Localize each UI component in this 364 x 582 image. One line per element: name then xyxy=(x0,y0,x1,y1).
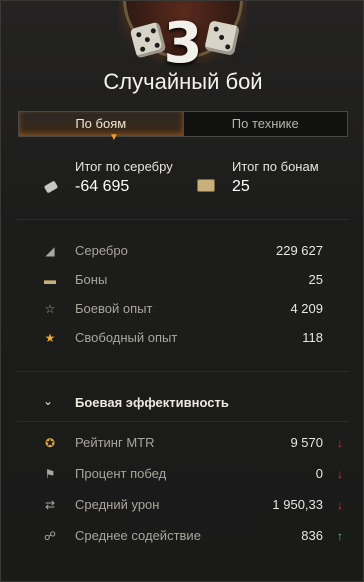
bonds-total-label: Итог по бонам xyxy=(232,159,319,174)
row-label: Серебро xyxy=(75,243,128,258)
efficiency-title: Боевая эффективность xyxy=(75,395,229,410)
earnings-row-combat-xp: ☆ Боевой опыт 4 209 xyxy=(1,299,364,319)
star-outline-icon: ☆ xyxy=(44,302,56,316)
efficiency-row-avg-assist: ☍ Среднее содействие 836 ↑ xyxy=(1,526,364,546)
efficiency-section-header[interactable]: ⌄ Боевая эффективность xyxy=(1,393,364,413)
earnings-row-free-xp: ★ Свободный опыт 118 xyxy=(1,328,364,348)
row-value: 229 627 xyxy=(276,243,323,258)
tab-bar: По боям По технике xyxy=(18,111,348,137)
row-value: 25 xyxy=(308,272,323,287)
star-gold-icon: ★ xyxy=(44,331,56,345)
row-label: Среднее содействие xyxy=(75,528,201,543)
tab-by-battles[interactable]: По боям xyxy=(19,112,184,136)
row-value: 4 209 xyxy=(290,301,323,316)
totals-section: Итог по серебру -64 695 Итог по бонам 25 xyxy=(1,159,364,199)
flag-icon: ⚑ xyxy=(44,467,56,481)
bonds-total-value: 25 xyxy=(232,178,250,195)
battle-results-panel: 3 Случайный бой По боям По технике ▼ Ито… xyxy=(0,0,364,582)
silver-icon: ◢ xyxy=(45,244,55,258)
chevron-down-icon: ⌄ xyxy=(43,394,54,408)
row-value: 9 570 xyxy=(290,435,323,450)
row-value: 0 xyxy=(315,466,323,481)
row-label: Боны xyxy=(75,272,108,287)
silver-total: Итог по серебру -64 695 xyxy=(75,159,173,196)
trend-down-icon: ↓ xyxy=(337,467,343,481)
trend-down-icon: ↓ xyxy=(337,498,343,512)
active-tab-caret-icon: ▼ xyxy=(109,132,119,143)
page-title: Случайный бой xyxy=(103,69,263,94)
earnings-row-bonds: ▬ Боны 25 xyxy=(1,270,364,290)
efficiency-row-avg-damage: ⇄ Средний урон 1 950,33 ↓ xyxy=(1,495,364,515)
silver-icon xyxy=(43,180,59,194)
bonds-icon xyxy=(197,179,215,192)
row-value: 1 950,33 xyxy=(272,497,323,512)
row-label: Процент побед xyxy=(75,466,167,481)
trend-down-icon: ↓ xyxy=(337,436,343,450)
damage-icon: ⇄ xyxy=(44,498,56,512)
row-label: Средний урон xyxy=(75,497,160,512)
row-label: Свободный опыт xyxy=(75,330,178,345)
rating-emblem-icon: ✪ xyxy=(44,436,56,450)
silver-total-value: -64 695 xyxy=(75,178,130,195)
bonds-icon: ▬ xyxy=(44,273,56,287)
divider xyxy=(17,371,349,372)
silver-total-label: Итог по серебру xyxy=(75,159,173,174)
row-value: 836 xyxy=(301,528,323,543)
rank-number: 3 xyxy=(163,11,203,76)
efficiency-row-winrate: ⚑ Процент побед 0 ↓ xyxy=(1,464,364,484)
row-label: Рейтинг MTR xyxy=(75,435,155,450)
efficiency-row-rating: ✪ Рейтинг MTR 9 570 ↓ xyxy=(1,433,364,453)
trend-up-icon: ↑ xyxy=(337,529,343,543)
divider xyxy=(17,421,349,422)
assist-icon: ☍ xyxy=(43,529,57,543)
tab-by-vehicles[interactable]: По технике xyxy=(184,112,348,136)
divider xyxy=(17,219,349,220)
row-label: Боевой опыт xyxy=(75,301,153,316)
earnings-row-silver: ◢ Серебро 229 627 xyxy=(1,241,364,261)
row-value: 118 xyxy=(302,330,323,345)
bonds-total: Итог по бонам 25 xyxy=(232,159,319,196)
